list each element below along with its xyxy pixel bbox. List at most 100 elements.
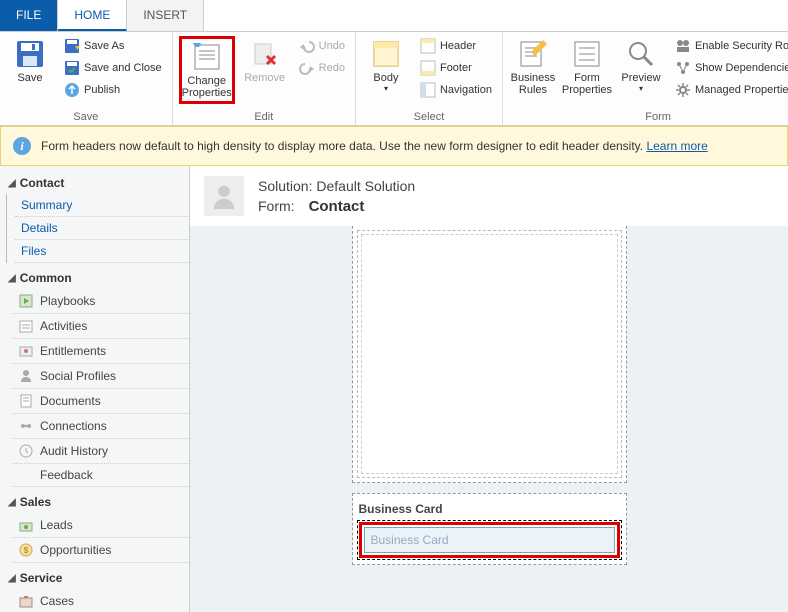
- change-properties-button[interactable]: Change Properties: [179, 36, 235, 104]
- form-section-empty[interactable]: [352, 226, 627, 483]
- form-label: Form:: [258, 198, 295, 214]
- tab-file[interactable]: FILE: [0, 0, 58, 31]
- sidebar-item-feedback[interactable]: Feedback: [12, 464, 189, 487]
- sidebar-item-details[interactable]: Details: [15, 217, 189, 240]
- group-label-form: Form: [509, 109, 788, 125]
- header-button[interactable]: Header: [416, 36, 496, 56]
- business-rules-icon: [517, 38, 549, 70]
- managed-properties-button[interactable]: Managed Properties: [671, 80, 788, 100]
- body-icon: [370, 38, 402, 70]
- sidebar-item-entitlements[interactable]: Entitlements: [12, 339, 189, 364]
- form-section-business-card[interactable]: Business Card Business Card: [352, 493, 627, 565]
- sidebar-item-cases[interactable]: Cases: [12, 589, 189, 612]
- group-label-save: Save: [6, 109, 166, 125]
- save-and-close-button[interactable]: Save and Close: [60, 58, 166, 78]
- remove-icon: [249, 38, 281, 70]
- remove-button: Remove: [241, 36, 289, 86]
- group-edit: Change Properties Remove Undo Redo Edit: [173, 32, 356, 125]
- sidebar-item-opportunities[interactable]: $Opportunities: [12, 538, 189, 563]
- properties-icon: [191, 41, 223, 73]
- group-label-edit: Edit: [179, 109, 349, 125]
- preview-icon: [625, 38, 657, 70]
- sidebar-header-contact[interactable]: ◢Contact: [0, 172, 189, 194]
- audit-icon: [18, 443, 34, 459]
- save-icon: [14, 38, 46, 70]
- group-save: Save Save As Save and Close Publish Save: [0, 32, 173, 125]
- opportunities-icon: $: [18, 542, 34, 558]
- playbooks-icon: [18, 293, 34, 309]
- sidebar-item-documents[interactable]: Documents: [12, 389, 189, 414]
- form-properties-icon: [571, 38, 603, 70]
- sidebar-item-activities[interactable]: Activities: [12, 314, 189, 339]
- sidebar-header-service[interactable]: ◢Service: [0, 567, 189, 589]
- sidebar-item-summary[interactable]: Summary: [15, 194, 189, 217]
- sidebar-section-common: ◢Common Playbooks Activities Entitlement…: [0, 267, 189, 487]
- dependencies-icon: [675, 60, 691, 76]
- save-close-icon: [64, 60, 80, 76]
- gear-icon: [675, 82, 691, 98]
- footer-icon: [420, 60, 436, 76]
- publish-button[interactable]: Publish: [60, 80, 166, 100]
- form-designer[interactable]: Business Card Business Card: [190, 226, 788, 612]
- svg-text:$: $: [24, 546, 29, 555]
- save-button[interactable]: Save: [6, 36, 54, 86]
- tab-home[interactable]: HOME: [58, 0, 127, 31]
- caret-icon: ◢: [8, 273, 16, 284]
- chevron-down-icon: ▾: [639, 84, 643, 93]
- caret-icon: ◢: [8, 497, 16, 508]
- save-as-icon: [64, 38, 80, 54]
- group-form: Business Rules Form Properties Preview ▾…: [503, 32, 788, 125]
- sidebar-section-sales: ◢Sales Leads $Opportunities: [0, 491, 189, 563]
- entity-avatar: [204, 176, 244, 216]
- enable-security-roles-button[interactable]: Enable Security Roles: [671, 36, 788, 56]
- tab-insert[interactable]: INSERT: [127, 0, 204, 31]
- header-icon: [420, 38, 436, 54]
- save-as-button[interactable]: Save As: [60, 36, 166, 56]
- leads-icon: [18, 517, 34, 533]
- sidebar-item-leads[interactable]: Leads: [12, 513, 189, 538]
- solution-value: Default Solution: [316, 178, 415, 194]
- redo-button: Redo: [295, 58, 349, 78]
- ribbon: Save Save As Save and Close Publish Save: [0, 32, 788, 126]
- form-value: Contact: [309, 198, 365, 215]
- connections-icon: [18, 418, 34, 434]
- sidebar-item-audit-history[interactable]: Audit History: [12, 439, 189, 464]
- business-card-field-highlight: Business Card: [359, 522, 620, 558]
- sidebar: ◢Contact Summary Details Files ◢Common P…: [0, 166, 190, 612]
- info-bar: i Form headers now default to high densi…: [0, 126, 788, 166]
- content: Solution: Default Solution Form:Contact …: [190, 166, 788, 612]
- documents-icon: [18, 393, 34, 409]
- info-icon: i: [13, 137, 31, 155]
- publish-icon: [64, 82, 80, 98]
- sidebar-item-playbooks[interactable]: Playbooks: [12, 289, 189, 314]
- footer-button[interactable]: Footer: [416, 58, 496, 78]
- social-icon: [18, 368, 34, 384]
- learn-more-link[interactable]: Learn more: [646, 139, 707, 153]
- sidebar-item-social-profiles[interactable]: Social Profiles: [12, 364, 189, 389]
- entitlements-icon: [18, 343, 34, 359]
- ribbon-tabs: FILE HOME INSERT: [0, 0, 788, 32]
- chevron-down-icon: ▾: [384, 84, 388, 93]
- form-properties-button[interactable]: Form Properties: [563, 36, 611, 98]
- sidebar-section-service: ◢Service Cases: [0, 567, 189, 612]
- business-rules-button[interactable]: Business Rules: [509, 36, 557, 98]
- sidebar-item-connections[interactable]: Connections: [12, 414, 189, 439]
- show-dependencies-button[interactable]: Show Dependencies: [671, 58, 788, 78]
- group-select: Body ▾ Header Footer Navigation Select: [356, 32, 503, 125]
- sidebar-item-files[interactable]: Files: [15, 240, 189, 263]
- sidebar-header-sales[interactable]: ◢Sales: [0, 491, 189, 513]
- sidebar-header-common[interactable]: ◢Common: [0, 267, 189, 289]
- main-area: ◢Contact Summary Details Files ◢Common P…: [0, 166, 788, 612]
- group-label-select: Select: [362, 109, 496, 125]
- info-text: Form headers now default to high density…: [41, 139, 643, 153]
- solution-header: Solution: Default Solution Form:Contact: [190, 166, 788, 226]
- sidebar-section-contact: ◢Contact Summary Details Files: [0, 172, 189, 263]
- navigation-button[interactable]: Navigation: [416, 80, 496, 100]
- preview-button[interactable]: Preview ▾: [617, 36, 665, 95]
- navigation-icon: [420, 82, 436, 98]
- activities-icon: [18, 318, 34, 334]
- body-button[interactable]: Body ▾: [362, 36, 410, 95]
- business-card-field[interactable]: Business Card: [364, 527, 615, 553]
- cases-icon: [18, 593, 34, 609]
- redo-icon: [299, 60, 315, 76]
